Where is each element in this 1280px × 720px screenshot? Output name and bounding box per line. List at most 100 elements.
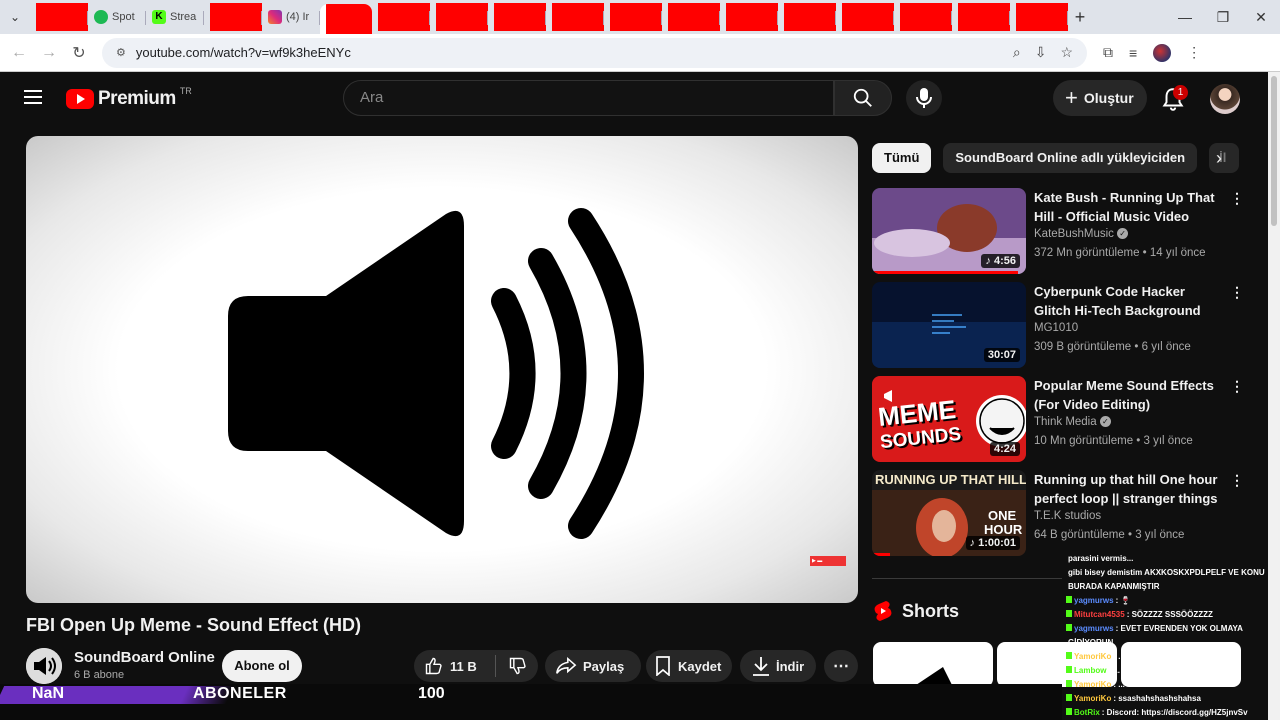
youtube-favicon-icon <box>326 4 372 34</box>
save-button[interactable]: Kaydet <box>646 650 732 682</box>
bookmark-star-icon[interactable]: ☆ <box>1060 44 1073 61</box>
browser-tab[interactable]: (1) Y <box>894 3 952 31</box>
short-thumbnail-1[interactable] <box>873 642 993 687</box>
browser-tab[interactable]: (1) C <box>952 3 1010 31</box>
recommended-video[interactable]: MEME SOUNDS 4:24 Popular Meme Sound Effects… <box>872 376 1252 462</box>
browser-tab[interactable]: (1) J( <box>720 3 778 31</box>
account-avatar[interactable] <box>1210 84 1240 114</box>
video-thumbnail[interactable]: MEME SOUNDS 4:24 <box>872 376 1026 462</box>
upload-age: 6 yıl önce <box>1141 341 1191 353</box>
channel-name[interactable]: SoundBoard Online <box>74 649 215 666</box>
youtube-favicon-icon <box>494 3 546 31</box>
url-text: youtube.com/watch?v=wf9k3heENYc <box>135 45 351 60</box>
browser-tab[interactable]: (1) k <box>488 3 546 31</box>
download-icon <box>753 657 769 676</box>
new-tab-button[interactable]: + <box>1068 7 1092 28</box>
browser-tab[interactable]: K Strea <box>146 3 204 31</box>
browser-tab[interactable]: (1) S <box>430 3 488 31</box>
recommended-channel[interactable]: KateBushMusic ✓ <box>1034 228 1129 240</box>
browser-tab[interactable]: (1) T <box>836 3 894 31</box>
close-window-icon[interactable]: ✕ <box>1242 0 1280 34</box>
duration-text: 30:07 <box>987 349 1016 361</box>
url-field[interactable]: ⚙ youtube.com/watch?v=wf9k3heENYc ⌕ ⇩ ☆ <box>102 37 1087 68</box>
profile-icon[interactable] <box>1153 43 1172 62</box>
recommended-title[interactable]: Kate Bush - Running Up That Hill - Offic… <box>1034 188 1224 226</box>
search-input[interactable]: Ara <box>343 80 834 116</box>
browser-tab[interactable]: (1) J( <box>662 3 720 31</box>
like-count[interactable]: 11 B <box>450 659 477 674</box>
duration-text: 1:00:01 <box>978 537 1016 549</box>
recommended-title[interactable]: Cyberpunk Code Hacker Glitch Hi-Tech Bac… <box>1034 282 1224 320</box>
share-button[interactable]: Paylaş <box>545 650 641 682</box>
subscribe-button[interactable]: Abone ol <box>222 650 302 682</box>
upload-age: 3 yıl önce <box>1143 435 1193 447</box>
youtube-favicon-icon <box>552 3 604 31</box>
browser-tab[interactable]: (4) Ir <box>262 3 320 31</box>
recommended-channel[interactable]: T.E.K studios <box>1034 510 1101 522</box>
recommended-title[interactable]: Popular Meme Sound Effects (For Video Ed… <box>1034 376 1224 414</box>
youtube-favicon-icon <box>436 3 488 31</box>
zoom-icon[interactable]: ⌕ <box>1013 44 1021 61</box>
chat-badge-icon <box>1066 610 1072 617</box>
install-app-icon[interactable]: ⇩ <box>1035 44 1047 61</box>
chat-badge-icon <box>1066 694 1072 701</box>
recommended-meta: 309 B görüntüleme • 6 yıl önce <box>1034 341 1191 353</box>
forward-icon[interactable]: → <box>34 44 64 62</box>
youtube-favicon-icon <box>842 3 894 31</box>
create-button[interactable]: + Oluştur <box>1053 80 1147 116</box>
more-options-icon[interactable]: ⋮ <box>1230 472 1244 489</box>
restore-icon[interactable]: ❐ <box>1204 0 1242 34</box>
tab-search-chevron-icon[interactable]: ⌄ <box>0 10 30 24</box>
search-button[interactable] <box>834 80 892 116</box>
back-icon[interactable]: ← <box>4 44 34 62</box>
chevron-right-icon[interactable]: › <box>1206 146 1232 172</box>
overlay-count: 100 <box>418 685 445 702</box>
recommended-channel[interactable]: MG1010 <box>1034 322 1078 334</box>
browser-tab[interactable]: (1) a <box>1010 3 1068 31</box>
recommended-channel[interactable]: Think Media ✓ <box>1034 416 1111 428</box>
menu-icon[interactable]: ⋮ <box>1187 44 1201 61</box>
more-options-icon[interactable]: ⋮ <box>1230 284 1244 301</box>
reload-icon[interactable]: ↻ <box>64 43 94 63</box>
filter-chips: Tümü SoundBoard Online adlı yükleyiciden… <box>872 143 1240 173</box>
music-note-icon: ♪ <box>985 255 994 267</box>
browser-tab[interactable]: Spot <box>88 3 146 31</box>
download-button[interactable]: İndir <box>740 650 816 682</box>
thumbs-down-icon[interactable] <box>508 656 528 676</box>
browser-tab[interactable]: ✕ <box>320 4 372 34</box>
site-settings-icon[interactable]: ⚙ <box>116 46 126 59</box>
chat-username: YamoriKo <box>1074 680 1112 689</box>
youtube-premium-logo[interactable]: Premium TR <box>66 86 192 110</box>
channel-avatar[interactable] <box>26 648 62 684</box>
download-label: İndir <box>776 658 805 674</box>
thumbs-up-icon[interactable] <box>424 656 444 676</box>
minimize-icon[interactable]: — <box>1166 0 1204 34</box>
more-options-icon[interactable]: ⋮ <box>1230 190 1244 207</box>
browser-tab[interactable]: a wa <box>30 3 88 31</box>
view-count: 10 Mn görüntüleme <box>1034 435 1134 447</box>
video-thumbnail[interactable]: 30:07 <box>872 282 1026 368</box>
extensions-icon[interactable]: ⧉ <box>1103 44 1113 61</box>
media-control-icon[interactable]: ≡ <box>1129 45 1137 61</box>
browser-tab[interactable]: (1) Y <box>204 3 262 31</box>
recommended-title[interactable]: Running up that hill One hour perfect lo… <box>1034 470 1224 508</box>
share-label: Paylaş <box>583 658 625 674</box>
voice-search-button[interactable] <box>906 80 942 116</box>
video-player[interactable]: ▶ ▬ <box>26 136 858 603</box>
chip-all[interactable]: Tümü <box>872 143 932 173</box>
browser-tab[interactable]: (1) S <box>546 3 604 31</box>
menu-hamburger-icon[interactable] <box>24 90 42 104</box>
more-actions-icon[interactable]: ⋯ <box>824 650 858 682</box>
recommended-video[interactable]: RUNNING UP THAT HILL ONE HOUR ♪ 1:00:01 Runn… <box>872 470 1252 556</box>
browser-tab[interactable]: (1) "( <box>372 3 430 31</box>
logo-region: TR <box>179 86 192 96</box>
browser-tab[interactable]: (1) S <box>778 3 836 31</box>
browser-tab[interactable]: (1) V <box>604 3 662 31</box>
recommended-video[interactable]: 30:07 Cyberpunk Code Hacker Glitch Hi-Tec… <box>872 282 1252 368</box>
more-options-icon[interactable]: ⋮ <box>1230 378 1244 395</box>
recommended-video[interactable]: ♪ 4:56 Kate Bush - Running Up That Hill -… <box>872 188 1252 274</box>
chip-from-uploader[interactable]: SoundBoard Online adlı yükleyiciden <box>943 143 1198 173</box>
recommended-meta: 64 B görüntüleme • 3 yıl önce <box>1034 529 1185 541</box>
video-thumbnail[interactable]: ♪ 4:56 <box>872 188 1026 274</box>
video-thumbnail[interactable]: RUNNING UP THAT HILL ONE HOUR ♪ 1:00:01 <box>872 470 1026 556</box>
